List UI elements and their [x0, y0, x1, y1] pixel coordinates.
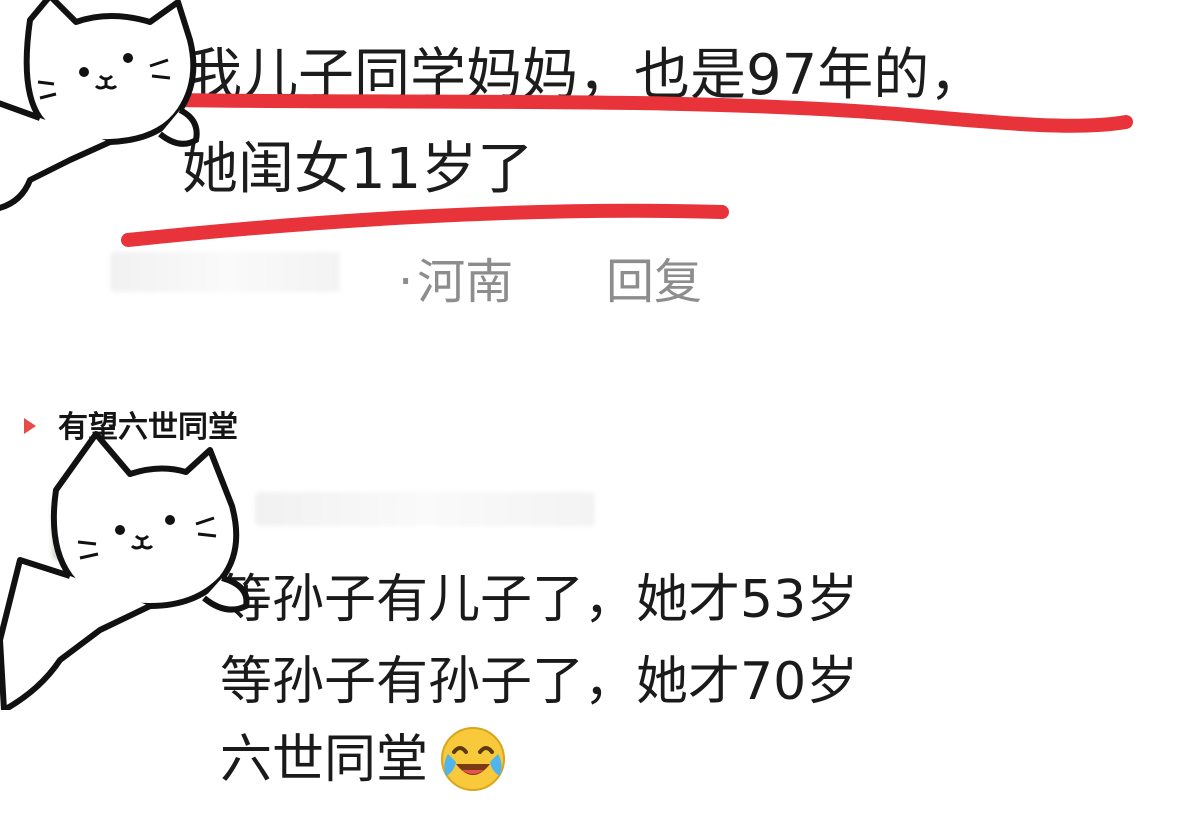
blurred-reply-author: [255, 492, 595, 526]
comment-text-line-1: 我儿子同学妈妈，也是97年的，: [186, 43, 986, 108]
meta-separator-dot: ·: [398, 254, 414, 310]
crying-laughing-emoji-icon: [441, 727, 505, 791]
cat-sticker-top: [0, 0, 200, 211]
reply-text-line-1: 等孙子有儿子了，她才53岁: [220, 570, 859, 630]
reply-button[interactable]: 回复: [606, 242, 702, 312]
comment-text-line-2: 她闺女11岁了: [182, 137, 534, 202]
reply-text-line-3: 六世同堂: [220, 730, 429, 790]
blurred-username: [110, 252, 340, 292]
location-label: 河南: [417, 254, 514, 310]
comment-meta-row: ·河南 回复: [398, 242, 702, 310]
screenshot-page: 我儿子同学妈妈，也是97年的， 她闺女11岁了 ·河南 回复 有望六世同堂 等孙…: [0, 0, 1200, 818]
cat-sticker-bottom: [0, 431, 250, 710]
reply-text-line-2: 等孙子有孙子了，她才70岁: [220, 652, 859, 712]
